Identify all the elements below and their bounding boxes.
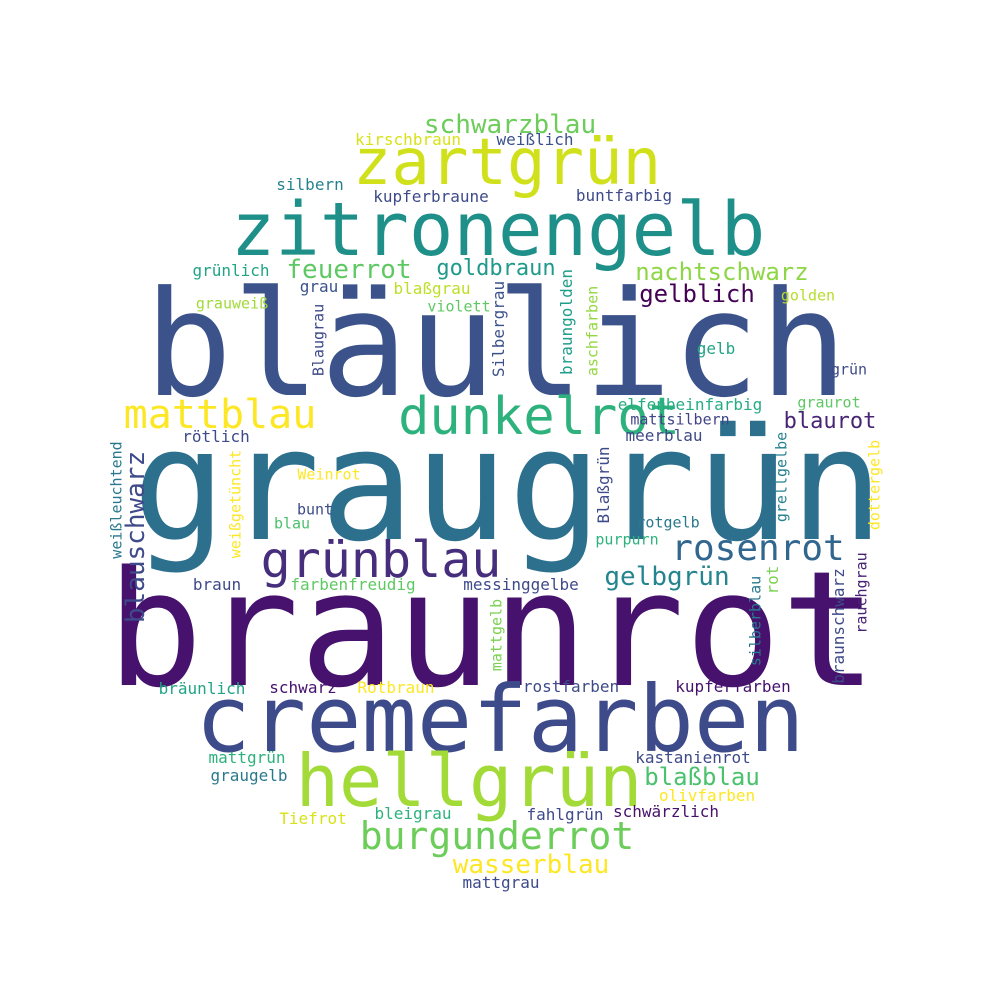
word-blassgrau: blaßgrau bbox=[393, 279, 471, 298]
word-aschfarben: aschfarben bbox=[583, 285, 602, 377]
word-dottergelb: dottergelb bbox=[865, 439, 884, 531]
word-rotbraun: Rotbraun bbox=[357, 678, 435, 697]
word-gruenlich: grünlich bbox=[192, 261, 270, 280]
word-rotgelb: rotgelb bbox=[636, 513, 700, 532]
word-grau: grau bbox=[299, 277, 339, 296]
word-blassgruen: Blaßgrün bbox=[594, 446, 613, 524]
word-blau: blau bbox=[273, 514, 311, 533]
word-kirschbraun: kirschbraun bbox=[355, 130, 461, 149]
word-graurot: graurot bbox=[797, 393, 861, 412]
word-schwarz: schwarz bbox=[269, 678, 337, 697]
word-buntfarbig: buntfarbig bbox=[575, 186, 673, 205]
word-rostfarben: rostfarben bbox=[522, 677, 620, 696]
word-goldbraun: goldbraun bbox=[436, 256, 556, 281]
word-braunschwarz: braunschwarz bbox=[829, 568, 848, 684]
word-mattgruen: mattgrün bbox=[208, 748, 286, 767]
word-roetlich: rötlich bbox=[182, 427, 250, 446]
word-silberblau: silberblau bbox=[746, 575, 765, 667]
word-golden: golden bbox=[780, 286, 836, 305]
word-gelblich: gelblich bbox=[639, 280, 755, 308]
word-rauchgrau: rauchgrau bbox=[852, 552, 871, 634]
word-mattgrau: mattgrau bbox=[462, 873, 540, 892]
word-grauweiss: grauweiß bbox=[195, 294, 269, 313]
word-gruen: grün bbox=[830, 360, 868, 379]
word-braeunlich: bräunlich bbox=[158, 679, 246, 698]
word-blaurot: blaurot bbox=[783, 409, 877, 434]
word-gelb: gelb bbox=[696, 339, 736, 358]
word-meerblau: meerblau bbox=[625, 426, 703, 445]
word-bleigrau: bleigrau bbox=[374, 804, 452, 823]
word-farbenfreudig: farbenfreudig bbox=[290, 575, 416, 594]
word-weisslich: weißlich bbox=[496, 130, 574, 149]
word-gelbgruen: gelbgrün bbox=[604, 562, 730, 592]
word-tiefrot: Tiefrot bbox=[279, 809, 347, 828]
word-silbern: silbern bbox=[276, 175, 344, 194]
word-grellgelbe: grellgelbe bbox=[772, 431, 791, 523]
word-blauschwarz: blauschwarz bbox=[121, 450, 151, 624]
word-fahlgruen: fahlgrün bbox=[526, 805, 604, 824]
word-silbergrau: Silbergrau bbox=[489, 280, 508, 378]
word-mattgelb: mattgelb bbox=[487, 598, 506, 672]
word-rot: rot bbox=[763, 565, 782, 595]
word-weissgetuencht: weißgetüncht bbox=[226, 449, 245, 559]
word-kastanienrot: kastanienrot bbox=[635, 748, 751, 767]
word-graugelb: graugelb bbox=[210, 766, 288, 785]
word-violett: violett bbox=[427, 297, 491, 316]
word-kupferfarben: kupferfarben bbox=[675, 677, 791, 696]
word-kupferbraune: kupferbraune bbox=[373, 187, 489, 206]
word-braun: braun bbox=[192, 575, 242, 594]
word-schwaerzlich: schwärzlich bbox=[613, 802, 719, 821]
word-weissleuchtend: weißleuchtend bbox=[107, 441, 126, 559]
word-braungolden: braungolden bbox=[557, 269, 576, 375]
word-weinrot: Weinrot bbox=[297, 465, 361, 484]
word-blaugrau: Blaugrau bbox=[309, 303, 328, 377]
word-purpurn: purpurn bbox=[595, 530, 659, 549]
word-messinggelbe: messinggelbe bbox=[463, 575, 579, 594]
word-cloud: braunrot graugrün bläulich cremefarben zitro… bbox=[0, 0, 1000, 1000]
